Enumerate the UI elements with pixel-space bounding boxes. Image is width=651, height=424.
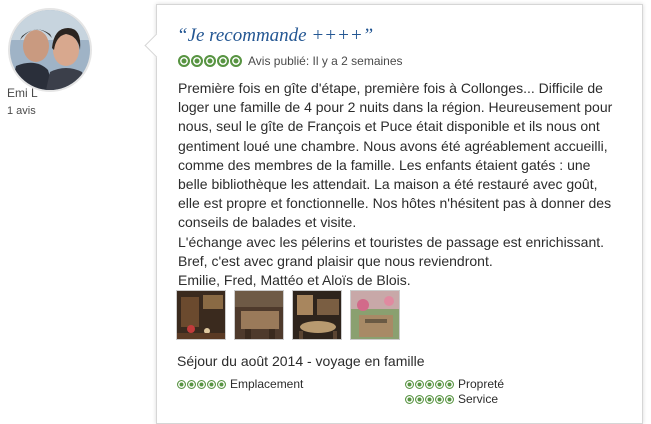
- avatar-photo: [10, 10, 90, 90]
- subrating-label: Service: [458, 392, 499, 406]
- subrating-cleanliness: Propreté: [405, 377, 504, 391]
- rating-bubble-icon: [197, 379, 206, 389]
- rating-bubble-icon: [204, 55, 216, 67]
- review-photo-thumbnail[interactable]: [234, 290, 284, 340]
- review-photos: [176, 290, 400, 340]
- rating-bubbles: [405, 394, 454, 404]
- published-date: Avis publié: Il y a 2 semaines: [248, 54, 403, 68]
- review-paragraph: Première fois en gîte d'étape, première …: [178, 80, 613, 231]
- rating-bubble-icon: [425, 394, 434, 404]
- reviewer-review-count: 1 avis: [7, 105, 36, 117]
- reviewer-name[interactable]: Emi L: [7, 86, 38, 100]
- review-paragraph: Emilie, Fred, Mattéo et Aloïs de Blois.: [178, 272, 411, 289]
- rating-bubble-icon: [217, 379, 226, 389]
- review-paragraph: Bref, c'est avec grand plaisir que nous …: [178, 252, 493, 269]
- stay-info: Séjour du août 2014 - voyage en famille: [177, 353, 425, 369]
- rating-bubble-icon: [425, 379, 434, 389]
- subrating-label: Propreté: [458, 377, 505, 391]
- rating-bubbles: [178, 55, 242, 67]
- review-photo-thumbnail[interactable]: [176, 290, 226, 340]
- rating-bubble-icon: [405, 394, 414, 404]
- card-pointer: [144, 33, 169, 58]
- rating-bubble-icon: [445, 394, 454, 404]
- rating-bubble-icon: [230, 55, 242, 67]
- rating-bubble-icon: [177, 379, 186, 389]
- rating-bubble-icon: [445, 379, 454, 389]
- rating-bubbles: [177, 379, 226, 389]
- subrating-service: Service: [405, 392, 498, 406]
- rating-bubbles: [405, 379, 454, 389]
- rating-bubble-icon: [178, 55, 190, 67]
- rating-bubble-icon: [187, 379, 196, 389]
- review-card: “Je recommande ++++” Avis publié: Il y a…: [144, 4, 643, 424]
- review-title[interactable]: “Je recommande ++++”: [177, 25, 373, 47]
- rating-bubble-icon: [435, 379, 444, 389]
- rating-bubble-icon: [405, 379, 414, 389]
- rating-bubble-icon: [415, 394, 424, 404]
- rating-bubble-icon: [415, 379, 424, 389]
- review-photo-thumbnail[interactable]: [350, 290, 400, 340]
- subrating-location: Emplacement: [177, 377, 303, 391]
- rating-bubble-icon: [207, 379, 216, 389]
- rating-bubble-icon: [191, 55, 203, 67]
- subrating-label: Emplacement: [230, 377, 304, 391]
- review-rating-row: Avis publié: Il y a 2 semaines: [178, 54, 403, 68]
- review-body: Première fois en gîte d'étape, première …: [178, 79, 618, 290]
- review-paragraph: L'échange avec les pélerins et touristes…: [178, 233, 605, 250]
- reviewer-avatar[interactable]: [8, 8, 92, 92]
- rating-bubble-icon: [435, 394, 444, 404]
- review-photo-thumbnail[interactable]: [292, 290, 342, 340]
- rating-bubble-icon: [217, 55, 229, 67]
